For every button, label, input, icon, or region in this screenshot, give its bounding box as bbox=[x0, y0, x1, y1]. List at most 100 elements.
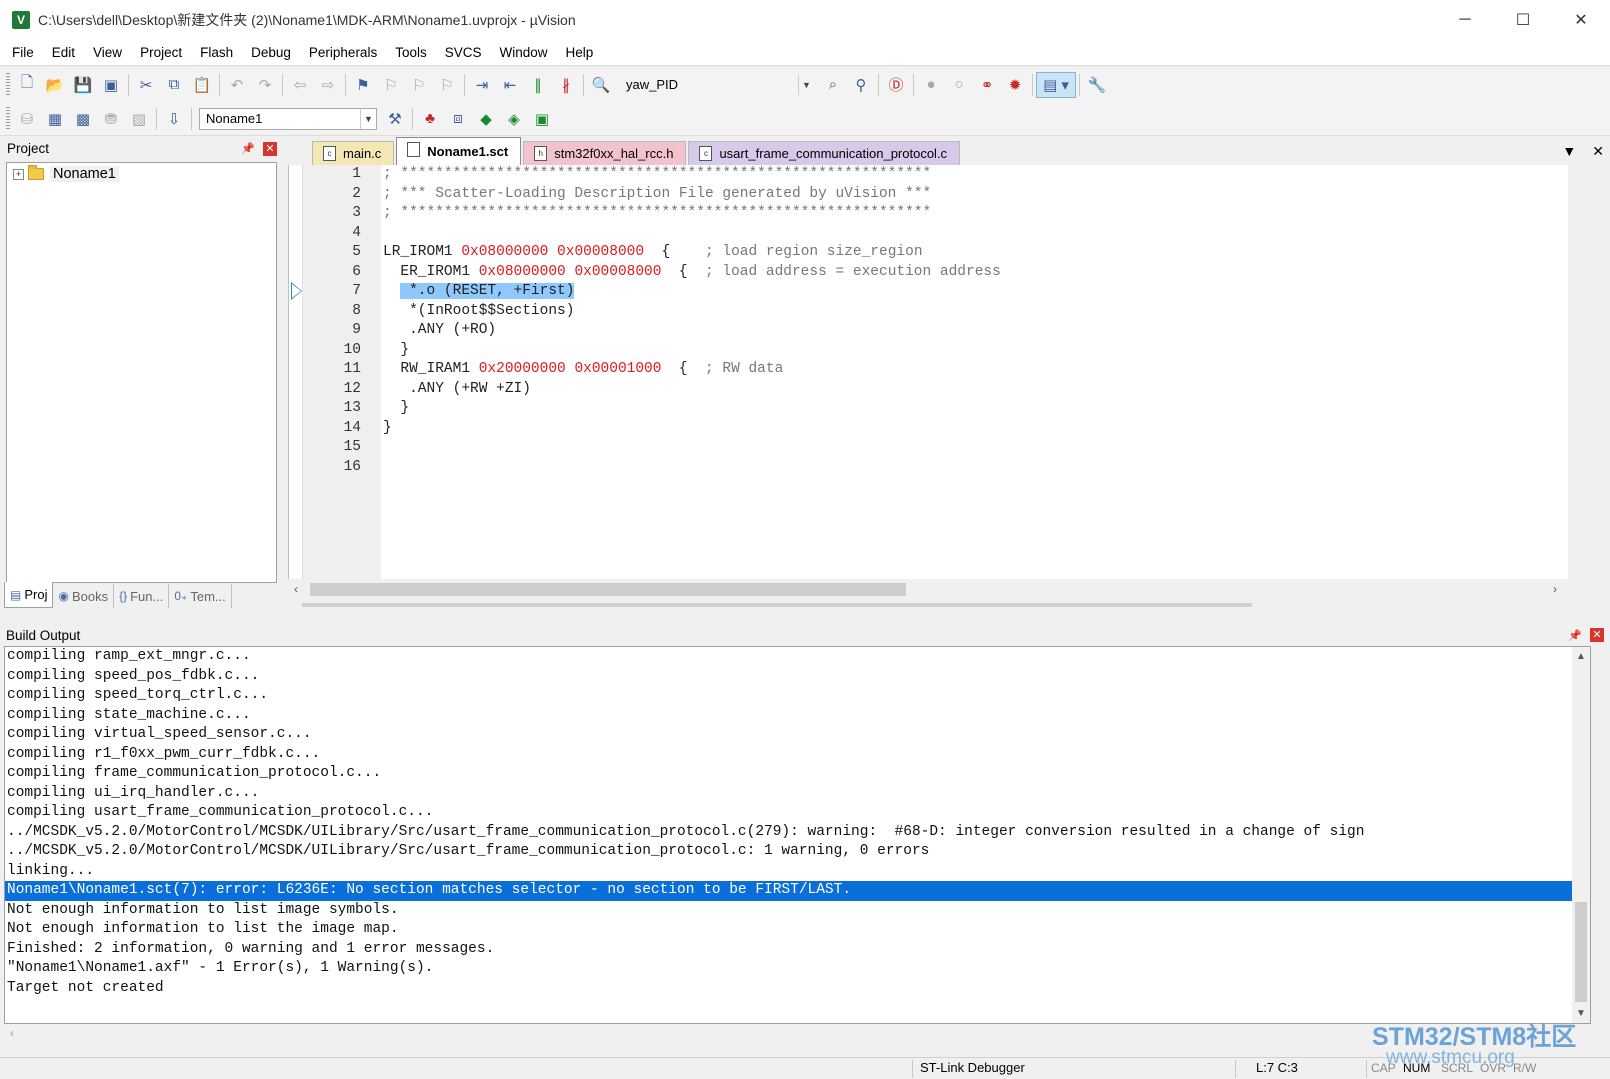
output-line[interactable]: "Noname1\Noname1.axf" - 1 Error(s), 1 Wa… bbox=[5, 959, 1590, 979]
output-line-selected[interactable]: Noname1\Noname1.sct(7): error: L6236E: N… bbox=[5, 881, 1590, 901]
output-line[interactable]: Not enough information to list image sym… bbox=[5, 901, 1590, 921]
build-icon[interactable]: ▦ bbox=[41, 106, 69, 132]
select-packs-icon[interactable]: ⧈ bbox=[444, 106, 472, 132]
batch-build-icon[interactable]: ⛃ bbox=[97, 106, 125, 132]
open-file-icon[interactable]: 📂 bbox=[41, 72, 69, 98]
close-tab-icon[interactable]: ✕ bbox=[1592, 143, 1604, 160]
output-line[interactable]: Target not created bbox=[5, 979, 1590, 999]
target-options-icon[interactable]: ⚒ bbox=[381, 106, 409, 132]
output-line[interactable]: Not enough information to list the image… bbox=[5, 920, 1590, 940]
menu-peripherals[interactable]: Peripherals bbox=[300, 40, 386, 66]
close-icon[interactable]: ✕ bbox=[263, 141, 277, 156]
find-icon[interactable]: ⌕ bbox=[819, 72, 847, 98]
pack-installer-icon[interactable]: ◈ bbox=[500, 106, 528, 132]
tab-templates[interactable]: 0₊ Tem... bbox=[169, 584, 232, 608]
find-in-files-icon[interactable]: 🔍 bbox=[587, 72, 615, 98]
scroll-left-icon[interactable]: ‹ bbox=[10, 1026, 14, 1040]
undo-icon[interactable]: ↶ bbox=[223, 72, 251, 98]
output-horizontal-scrollbar[interactable]: ‹ bbox=[4, 1026, 1591, 1044]
menu-debug[interactable]: Debug bbox=[242, 40, 300, 66]
menu-view[interactable]: View bbox=[84, 40, 131, 66]
bookmark-clear-icon[interactable]: ⚐ bbox=[433, 72, 461, 98]
tab-functions[interactable]: {} Fun... bbox=[114, 584, 170, 608]
pin-icon[interactable]: 📌 bbox=[1568, 629, 1582, 642]
output-line[interactable]: compiling ramp_ext_mngr.c... bbox=[5, 647, 1590, 667]
uncomment-icon[interactable]: ∦ bbox=[552, 72, 580, 98]
stop-build-icon[interactable]: ▧ bbox=[125, 106, 153, 132]
minimize-button[interactable]: ─ bbox=[1436, 0, 1494, 40]
new-file-icon[interactable]: 🗋 bbox=[13, 72, 41, 98]
editor-horizontal-scrollbar[interactable]: ‹ › bbox=[288, 579, 1563, 599]
chevron-down-icon[interactable]: ▼ bbox=[798, 74, 814, 95]
window-layout-icon[interactable]: ▤ ▾ bbox=[1036, 71, 1076, 98]
unindent-icon[interactable]: ⇤ bbox=[496, 72, 524, 98]
rebuild-icon[interactable]: ▩ bbox=[69, 106, 97, 132]
code-text[interactable]: ; **************************************… bbox=[383, 165, 1568, 579]
scroll-right-icon[interactable]: › bbox=[1553, 582, 1557, 596]
save-icon[interactable]: 💾 bbox=[69, 72, 97, 98]
breakpoint-disable-all-icon[interactable]: ⚭ bbox=[973, 72, 1001, 98]
output-line[interactable]: compiling speed_torq_ctrl.c... bbox=[5, 686, 1590, 706]
output-vertical-scrollbar[interactable]: ▲ ▼ bbox=[1572, 647, 1590, 1023]
scrollbar-thumb[interactable] bbox=[1575, 902, 1587, 1002]
expand-icon[interactable]: + bbox=[13, 168, 24, 180]
menu-help[interactable]: Help bbox=[557, 40, 603, 66]
navigate-forward-icon[interactable]: ⇨ bbox=[314, 72, 342, 98]
bookmark-next-icon[interactable]: ⚐ bbox=[405, 72, 433, 98]
output-line[interactable]: compiling speed_pos_fdbk.c... bbox=[5, 667, 1590, 687]
copy-icon[interactable]: ⧉ bbox=[160, 72, 188, 98]
tab-list-dropdown-icon[interactable]: ▼ bbox=[1562, 143, 1576, 160]
tab-noname1-sct[interactable]: Noname1.sct bbox=[396, 137, 522, 165]
bookmark-insert-icon[interactable]: ⚑ bbox=[349, 72, 377, 98]
redo-icon[interactable]: ↷ bbox=[251, 72, 279, 98]
output-line[interactable]: compiling frame_communication_protocol.c… bbox=[5, 764, 1590, 784]
menu-file[interactable]: File bbox=[0, 40, 43, 66]
output-line[interactable]: compiling state_machine.c... bbox=[5, 706, 1590, 726]
breakpoint-insert-icon[interactable]: ● bbox=[917, 72, 945, 98]
scroll-up-icon[interactable]: ▲ bbox=[1576, 651, 1586, 662]
pin-icon[interactable]: 📌 bbox=[241, 142, 255, 155]
tab-books[interactable]: ◉ Books bbox=[53, 584, 115, 608]
menu-project[interactable]: Project bbox=[131, 40, 191, 66]
close-button[interactable]: ✕ bbox=[1552, 0, 1610, 40]
scroll-left-icon[interactable]: ‹ bbox=[294, 582, 298, 596]
bookmark-prev-icon[interactable]: ⚐ bbox=[377, 72, 405, 98]
toolbar-grip[interactable] bbox=[6, 106, 10, 131]
tab-main-c[interactable]: c main.c bbox=[312, 141, 395, 165]
menu-flash[interactable]: Flash bbox=[191, 40, 242, 66]
output-line[interactable]: Finished: 2 information, 0 warning and 1… bbox=[5, 940, 1590, 960]
output-line[interactable]: compiling ui_irq_handler.c... bbox=[5, 784, 1590, 804]
output-line[interactable]: compiling r1_f0xx_pwm_curr_fdbk.c... bbox=[5, 745, 1590, 765]
indent-icon[interactable]: ⇥ bbox=[468, 72, 496, 98]
maximize-button[interactable]: ☐ bbox=[1494, 0, 1552, 40]
toolbar-grip[interactable] bbox=[6, 72, 10, 97]
code-editor[interactable]: 1 2 3 4 5 6 7 8 9 10 11 12 13 14 15 16 ;… bbox=[288, 165, 1568, 579]
configure-icon[interactable]: 🔧 bbox=[1083, 72, 1111, 98]
breakpoint-kill-all-icon[interactable]: ✹ bbox=[1001, 72, 1029, 98]
breakpoint-gutter[interactable] bbox=[289, 165, 303, 579]
breakpoint-disable-icon[interactable]: ○ bbox=[945, 72, 973, 98]
scrollbar-thumb[interactable] bbox=[310, 583, 906, 596]
close-icon[interactable]: ✕ bbox=[1590, 628, 1604, 642]
target-select[interactable]: Noname1 ▼ bbox=[199, 107, 377, 130]
save-all-icon[interactable]: ▣ bbox=[97, 72, 125, 98]
menu-tools[interactable]: Tools bbox=[386, 40, 436, 66]
editor-split-bar[interactable] bbox=[302, 603, 1252, 607]
paste-icon[interactable]: 📋 bbox=[188, 72, 216, 98]
manage-run-time-environment-icon[interactable]: ◆ bbox=[472, 106, 500, 132]
build-output-text[interactable]: compiling ramp_ext_mngr.c... compiling sp… bbox=[4, 646, 1591, 1024]
output-line[interactable]: compiling virtual_speed_sensor.c... bbox=[5, 725, 1590, 745]
menu-edit[interactable]: Edit bbox=[43, 40, 84, 66]
manage-project-items-icon[interactable]: ♣ bbox=[416, 106, 444, 132]
chevron-down-icon[interactable]: ▼ bbox=[360, 108, 376, 129]
tree-item-noname1[interactable]: + Noname1 bbox=[7, 163, 276, 185]
find-combo[interactable]: yaw_PID ▼ bbox=[619, 74, 815, 96]
software-packs-icon[interactable]: ▣ bbox=[528, 106, 556, 132]
menu-window[interactable]: Window bbox=[490, 40, 556, 66]
incremental-find-icon[interactable]: ⚲ bbox=[847, 72, 875, 98]
output-line[interactable]: compiling usart_frame_communication_prot… bbox=[5, 803, 1590, 823]
tab-stm32f0xx-hal-rcc-h[interactable]: h stm32f0xx_hal_rcc.h bbox=[523, 141, 687, 165]
download-load-icon[interactable]: ⇩ bbox=[160, 106, 188, 132]
translate-icon[interactable]: ⛁ bbox=[13, 106, 41, 132]
output-line[interactable]: ../MCSDK_v5.2.0/MotorControl/MCSDK/UILib… bbox=[5, 823, 1590, 843]
